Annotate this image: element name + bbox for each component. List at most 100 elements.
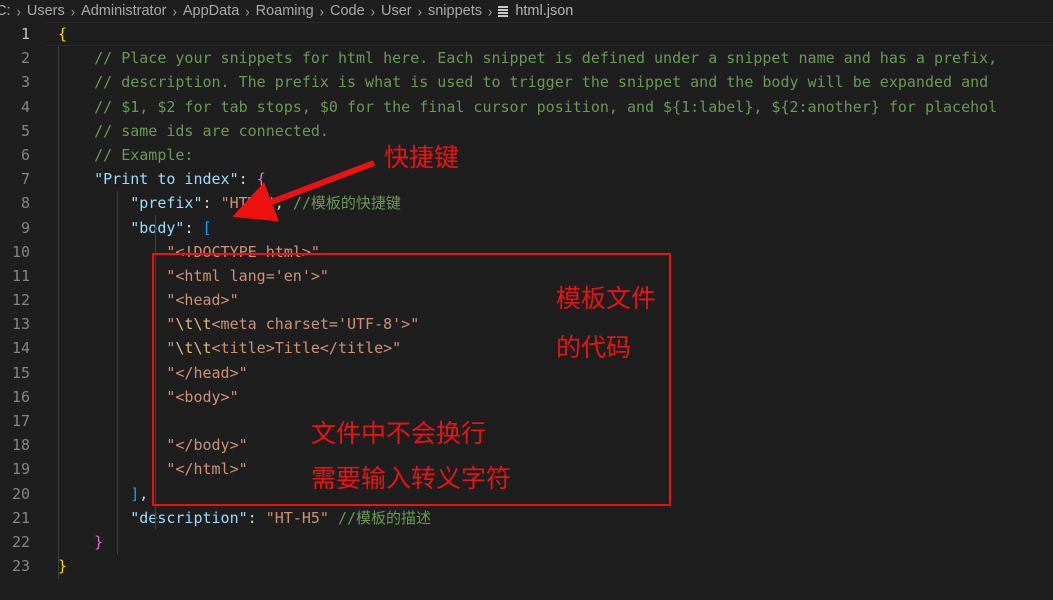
code-line-content: } [46, 530, 103, 554]
code-editor[interactable]: 1{2 // Place your snippets for html here… [0, 22, 1053, 600]
breadcrumb-segment-snippets[interactable]: snippets [427, 3, 483, 19]
code-token: [ [202, 218, 212, 237]
code-line-content: ], [46, 482, 148, 506]
code-line-content: "</body>" [46, 433, 247, 457]
code-line-content: // description. The prefix is what is us… [46, 70, 988, 94]
code-token: { [256, 170, 266, 189]
line-number: 17 [11, 412, 30, 430]
code-line[interactable]: 23} [0, 554, 1053, 578]
code-line[interactable]: 22 } [0, 530, 1053, 554]
code-line-content: "description": "HT-H5" //模板的描述 [46, 506, 431, 530]
code-surface[interactable]: 1{2 // Place your snippets for html here… [0, 22, 1053, 578]
line-number: 10 [11, 242, 30, 261]
code-line[interactable]: 13 "\t\t<meta charset='UTF-8'>" [0, 312, 1053, 336]
line-number: 19 [11, 460, 30, 479]
code-token: \t [193, 315, 212, 334]
line-number: 6 [20, 145, 30, 164]
breadcrumb[interactable]: C: › Users › Administrator › AppData › Roaming › C… [0, 0, 1053, 22]
code-line[interactable]: 10 "<!DOCTYPE html>" [0, 240, 1053, 264]
code-token: <meta charset='UTF-8'>" [211, 315, 420, 334]
code-token: "</html>" [166, 460, 248, 479]
code-line[interactable]: 14 "\t\t<title>Title</title>" [0, 336, 1053, 360]
breadcrumb-separator-icon: › [16, 2, 21, 20]
code-line[interactable]: 5 // same ids are connected. [0, 119, 1053, 143]
code-line-content: "<!DOCTYPE html>" [46, 240, 320, 264]
code-line-content: // Place your snippets for html here. Ea… [46, 46, 997, 70]
code-line[interactable]: 7 "Print to index": { [0, 167, 1053, 191]
code-line[interactable]: 18 "</body>" [0, 433, 1053, 457]
code-token: "HT-H5" [265, 508, 329, 527]
code-line-content: "</head>" [46, 361, 247, 385]
code-line[interactable]: 6 // Example: [0, 143, 1053, 167]
code-line[interactable]: 1{ [0, 22, 1053, 47]
code-token: \t [193, 339, 212, 358]
code-line[interactable]: 4 // $1, $2 for tab stops, $0 for the fi… [0, 95, 1053, 119]
code-token: "body" [130, 218, 185, 237]
breadcrumb-file[interactable]: html.json [497, 3, 573, 19]
code-token: { [58, 25, 68, 43]
code-line[interactable]: 16 "<body>" [0, 385, 1053, 409]
code-token: : [202, 194, 221, 213]
code-line[interactable]: 17 [0, 409, 1053, 433]
breadcrumb-segment-users[interactable]: Users [26, 3, 66, 19]
code-token: // $1, $2 for tab stops, $0 for the fina… [58, 97, 998, 116]
code-line[interactable]: 9 "body": [ [0, 216, 1053, 240]
code-line[interactable]: 15 "</head>" [0, 361, 1053, 385]
code-line[interactable]: 21 "description": "HT-H5" //模板的描述 [0, 506, 1053, 530]
code-line[interactable]: 12 "<head>" [0, 288, 1053, 312]
code-line-content: "\t\t<meta charset='UTF-8'>" [46, 312, 419, 336]
code-token: "<head>" [166, 291, 239, 310]
breadcrumb-segment-administrator[interactable]: Administrator [80, 3, 167, 19]
code-line[interactable]: 20 ], [0, 482, 1053, 506]
code-token: , [274, 194, 293, 213]
code-line[interactable]: 19 "</html>" [0, 457, 1053, 481]
breadcrumb-segment-c[interactable]: C: [0, 3, 12, 19]
code-token: //模板的描述 [337, 508, 432, 527]
line-number: 11 [11, 266, 30, 285]
code-token: } [94, 532, 104, 551]
breadcrumb-segment-roaming[interactable]: Roaming [255, 3, 315, 19]
breadcrumb-segment-appdata[interactable]: AppData [182, 3, 240, 19]
breadcrumb-segment-code[interactable]: Code [329, 3, 366, 19]
code-token: \t [175, 315, 194, 334]
breadcrumb-separator-icon: › [245, 2, 250, 20]
breadcrumb-segment-user[interactable]: User [380, 3, 413, 19]
code-line-content: "<body>" [46, 385, 238, 409]
code-line-content: // $1, $2 for tab stops, $0 for the fina… [46, 95, 997, 119]
line-number: 15 [11, 363, 30, 382]
line-number: 3 [20, 73, 30, 92]
code-line[interactable]: 2 // Place your snippets for html here. … [0, 46, 1053, 70]
line-number: 14 [11, 339, 30, 358]
code-token: ] [130, 484, 140, 503]
code-line[interactable]: 8 "prefix": "HTML", //模板的快捷键 [0, 191, 1053, 215]
code-token: // description. The prefix is what is us… [58, 73, 989, 92]
line-number: 5 [20, 121, 30, 140]
breadcrumb-separator-icon: › [70, 2, 76, 20]
code-token: "Print to index" [94, 170, 239, 189]
json-file-icon [497, 5, 509, 17]
line-number: 16 [11, 387, 30, 406]
breadcrumb-file-name: html.json [515, 3, 574, 19]
code-line-content: "body": [ [46, 216, 212, 240]
line-number: 4 [20, 97, 30, 116]
code-token: , [139, 484, 149, 503]
line-number: 23 [11, 557, 30, 576]
line-number: 9 [20, 218, 30, 237]
code-token: : [184, 218, 203, 237]
code-line-content: "<head>" [46, 288, 239, 312]
code-line[interactable]: 11 "<html lang='en'>" [0, 264, 1053, 288]
code-token: // same ids are connected. [58, 121, 329, 140]
line-number: 7 [20, 170, 30, 189]
code-line[interactable]: 3 // description. The prefix is what is … [0, 70, 1053, 94]
code-token: "HTML" [220, 194, 275, 213]
code-line-content: "</html>" [46, 457, 248, 481]
line-number: 20 [11, 484, 30, 503]
